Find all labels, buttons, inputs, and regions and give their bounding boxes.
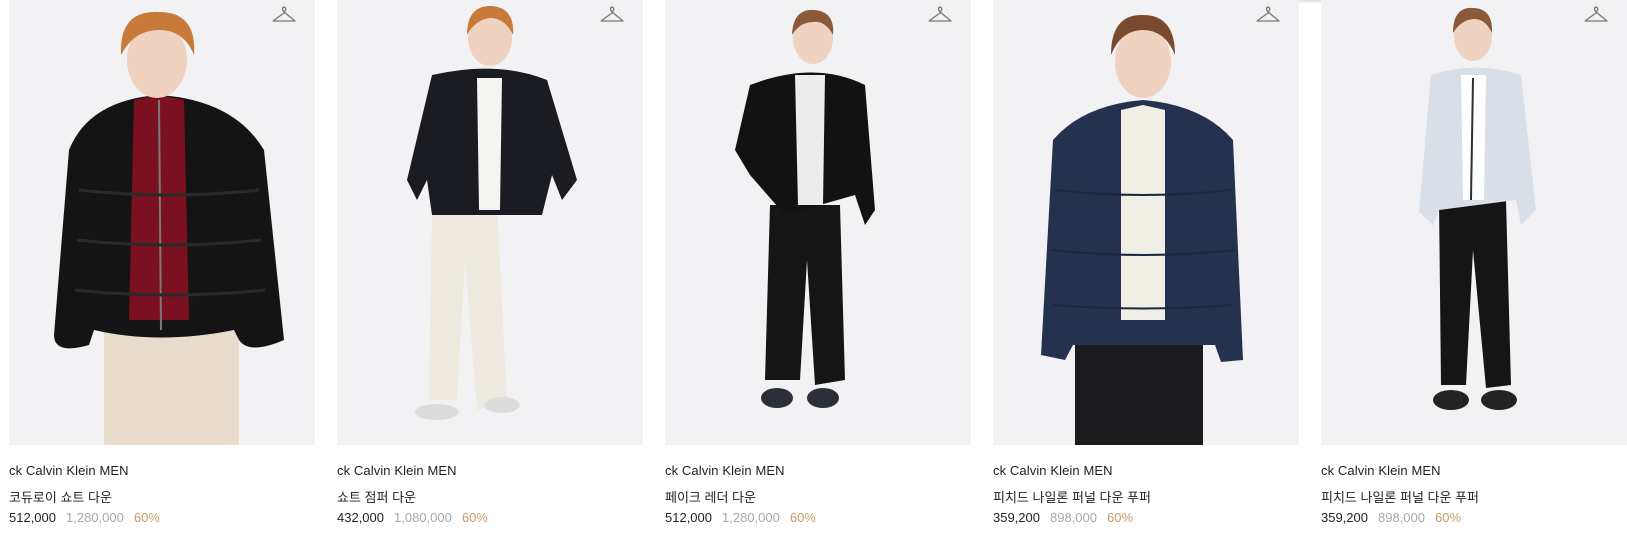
product-grid: ck Calvin Klein MEN 코듀로이 쇼트 다운 512,000 1,… (0, 0, 1627, 546)
product-brand[interactable]: ck Calvin Klein MEN (9, 463, 129, 478)
product-card[interactable]: ck Calvin Klein MEN 쇼트 점퍼 다운 432,000 1,08… (337, 0, 643, 546)
product-card[interactable]: ck Calvin Klein MEN 피치드 나일론 퍼널 다운 푸퍼 359… (1321, 0, 1627, 546)
product-image[interactable] (337, 0, 643, 445)
original-price: 1,280,000 (722, 510, 780, 525)
price-row: 359,200 898,000 60% (1321, 510, 1461, 525)
product-image[interactable] (9, 0, 315, 445)
model-figure (54, 11, 284, 445)
product-name[interactable]: 페이크 레더 다운 (665, 487, 756, 506)
product-name[interactable]: 코듀로이 쇼트 다운 (9, 487, 112, 506)
product-image[interactable] (993, 0, 1299, 445)
product-name[interactable]: 피치드 나일론 퍼널 다운 푸퍼 (1321, 487, 1479, 506)
discount-rate: 60% (461, 510, 488, 525)
product-card[interactable]: ck Calvin Klein MEN 페이크 레더 다운 512,000 1,2… (665, 0, 971, 546)
price-row: 432,000 1,080,000 60% (337, 510, 488, 525)
product-brand[interactable]: ck Calvin Klein MEN (665, 463, 785, 478)
original-price: 898,000 (1050, 510, 1097, 525)
product-brand[interactable]: ck Calvin Klein MEN (337, 463, 457, 478)
hanger-icon[interactable] (1583, 6, 1609, 26)
sale-price: 359,200 (993, 510, 1040, 525)
hanger-icon[interactable] (599, 6, 625, 26)
model-figure (1419, 7, 1536, 410)
hanger-icon[interactable] (927, 6, 953, 26)
sale-price: 512,000 (9, 510, 56, 525)
original-price: 1,280,000 (66, 510, 124, 525)
product-brand[interactable]: ck Calvin Klein MEN (1321, 463, 1441, 478)
sale-price: 512,000 (665, 510, 712, 525)
sale-price: 359,200 (1321, 510, 1368, 525)
model-figure (407, 5, 577, 420)
original-price: 898,000 (1378, 510, 1425, 525)
product-card[interactable]: ck Calvin Klein MEN 코듀로이 쇼트 다운 512,000 1,… (9, 0, 315, 546)
hanger-icon[interactable] (271, 6, 297, 26)
discount-rate: 60% (1107, 510, 1134, 525)
hanger-icon[interactable] (1255, 6, 1281, 26)
model-figure (735, 9, 875, 408)
product-card[interactable]: ck Calvin Klein MEN 피치드 나일론 퍼널 다운 푸퍼 359… (993, 0, 1299, 546)
sale-price: 432,000 (337, 510, 384, 525)
product-name[interactable]: 피치드 나일론 퍼널 다운 푸퍼 (993, 487, 1151, 506)
price-row: 512,000 1,280,000 60% (665, 510, 816, 525)
model-figure (1041, 14, 1243, 445)
price-row: 512,000 1,280,000 60% (9, 510, 160, 525)
discount-rate: 60% (133, 510, 160, 525)
price-row: 359,200 898,000 60% (993, 510, 1133, 525)
product-image[interactable] (665, 0, 971, 445)
discount-rate: 60% (1435, 510, 1462, 525)
discount-rate: 60% (789, 510, 816, 525)
product-image[interactable] (1321, 0, 1627, 445)
product-brand[interactable]: ck Calvin Klein MEN (993, 463, 1113, 478)
product-name[interactable]: 쇼트 점퍼 다운 (337, 487, 416, 506)
original-price: 1,080,000 (394, 510, 452, 525)
